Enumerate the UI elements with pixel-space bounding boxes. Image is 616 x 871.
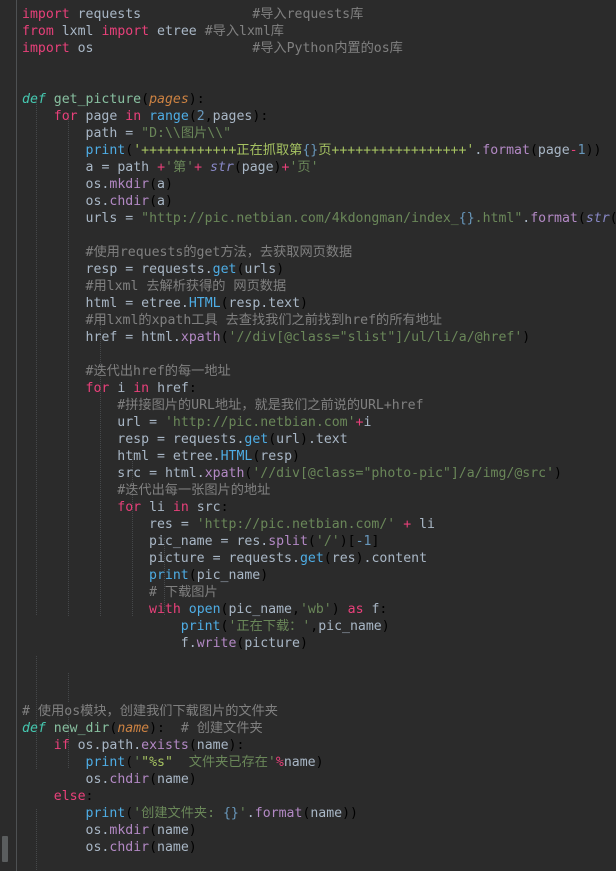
code-text-area[interactable]: import requests #导入requests库 from lxml i… (0, 6, 616, 871)
code-line-blank[interactable] (0, 686, 616, 703)
code-line[interactable]: os.mkdir(a) (0, 176, 616, 193)
code-line[interactable]: with open(pic_name,'wb') as f: (0, 601, 616, 618)
code-line[interactable]: resp = requests.get(urls) (0, 261, 616, 278)
code-line-blank[interactable] (0, 74, 616, 91)
code-line[interactable]: print('++++++++++++正在抓取第{}页+++++++++++++… (0, 142, 616, 159)
code-line[interactable]: for page in range(2,pages): (0, 108, 616, 125)
code-line[interactable]: for i in href: (0, 380, 616, 397)
code-line-blank[interactable] (0, 346, 616, 363)
code-line[interactable]: picture = requests.get(res).content (0, 550, 616, 567)
code-line[interactable]: import requests #导入requests库 (0, 6, 616, 23)
code-line-blank[interactable] (0, 669, 616, 686)
code-line[interactable]: print(pic_name) (0, 567, 616, 584)
code-line[interactable]: #拼接图片的URL地址，就是我们之前说的URL+href (0, 397, 616, 414)
code-line[interactable]: a = path +'第'+ str(page)+'页' (0, 159, 616, 176)
code-line[interactable]: html = etree.HTML(resp.text) (0, 295, 616, 312)
code-line[interactable]: url = 'http://pic.netbian.com'+i (0, 414, 616, 431)
code-line[interactable]: urls = "http://pic.netbian.com/4kdongman… (0, 210, 616, 227)
code-line[interactable]: src = html.xpath('//div[@class="photo-pi… (0, 465, 616, 482)
code-line[interactable]: #迭代出每一张图片的地址 (0, 482, 616, 499)
code-line[interactable]: print('"%s" 文件夹已存在'%name) (0, 754, 616, 771)
code-editor[interactable]: import requests #导入requests库 from lxml i… (0, 0, 616, 871)
code-line[interactable]: html = etree.HTML(resp) (0, 448, 616, 465)
code-line[interactable]: else: (0, 788, 616, 805)
code-line[interactable]: def new_dir(name): # 创建文件夹 (0, 720, 616, 737)
code-line[interactable]: from lxml import etree #导入lxml库 (0, 23, 616, 40)
code-line[interactable]: #用lxml的xpath工具 去查找我们之前找到href的所有地址 (0, 312, 616, 329)
code-line[interactable]: os.chdir(name) (0, 839, 616, 856)
code-line-blank[interactable] (0, 57, 616, 74)
code-line[interactable]: # 使用os模块，创建我们下载图片的文件夹 (0, 703, 616, 720)
code-line-blank[interactable] (0, 227, 616, 244)
code-line[interactable]: os.chdir(a) (0, 193, 616, 210)
code-line-blank[interactable] (0, 856, 616, 871)
code-line[interactable]: if os.path.exists(name): (0, 737, 616, 754)
code-line[interactable]: def get_picture(pages): (0, 91, 616, 108)
code-line[interactable]: import os #导入Python内置的os库 (0, 40, 616, 57)
code-line[interactable]: os.chdir(name) (0, 771, 616, 788)
code-line[interactable]: #用lxml 去解析获得的 网页数据 (0, 278, 616, 295)
code-line[interactable]: resp = requests.get(url).text (0, 431, 616, 448)
code-line[interactable]: for li in src: (0, 499, 616, 516)
code-line[interactable]: print('创建文件夹: {}'.format(name)) (0, 805, 616, 822)
code-line[interactable]: os.mkdir(name) (0, 822, 616, 839)
code-line[interactable]: f.write(picture) (0, 635, 616, 652)
code-line[interactable]: path = "D:\\图片\\" (0, 125, 616, 142)
code-line[interactable]: # 下载图片 (0, 584, 616, 601)
code-line[interactable]: print('正在下载：',pic_name) (0, 618, 616, 635)
code-line[interactable]: #使用requests的get方法，去获取网页数据 (0, 244, 616, 261)
code-line-blank[interactable] (0, 652, 616, 669)
code-line[interactable]: #迭代出href的每一地址 (0, 363, 616, 380)
code-line[interactable]: res = 'http://pic.netbian.com/' + li (0, 516, 616, 533)
code-line[interactable]: href = html.xpath('//div[@class="slist"]… (0, 329, 616, 346)
code-line[interactable]: pic_name = res.split('/')[-1] (0, 533, 616, 550)
